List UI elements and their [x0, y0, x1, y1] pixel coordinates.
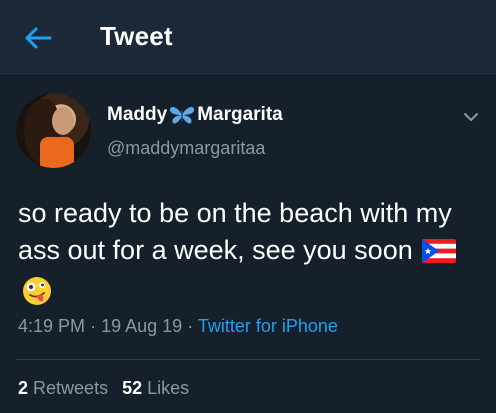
likes-label: Likes: [147, 378, 190, 398]
tweet-date: 19 Aug 19: [101, 316, 183, 336]
tweet-text: so ready to be on the beach with my ass …: [18, 195, 483, 316]
separator: ·: [187, 316, 194, 336]
top-bar: Tweet: [0, 0, 496, 76]
tweet-meta: 4:19 PM · 19 Aug 19 · Twitter for iPhone: [18, 316, 338, 337]
retweets-label: Retweets: [33, 378, 109, 398]
likes-link[interactable]: 52 Likes: [122, 378, 189, 398]
author-name-first: Maddy: [107, 104, 168, 125]
divider: [16, 359, 480, 360]
zany-face-icon: [22, 276, 52, 316]
tweet-time: 4:19 PM: [18, 316, 86, 336]
tweet-text-body: so ready to be on the beach with my ass …: [18, 198, 452, 265]
avatar[interactable]: [16, 93, 91, 168]
tweet-stats: 2 Retweets 52 Likes: [18, 378, 189, 399]
chevron-down-icon[interactable]: [462, 108, 480, 126]
separator: ·: [90, 316, 97, 336]
author-name[interactable]: Maddy Margarita: [107, 104, 283, 126]
butterfly-icon: [169, 105, 195, 125]
tweet-source-link[interactable]: Twitter for iPhone: [198, 316, 338, 336]
arrow-left-icon: [25, 27, 52, 49]
puerto-rico-flag-icon: [422, 236, 457, 273]
retweets-count: 2: [18, 378, 29, 398]
retweets-link[interactable]: 2 Retweets: [18, 378, 108, 398]
tweet-detail: Maddy Margarita @maddymargaritaa so read…: [0, 76, 496, 413]
likes-count: 52: [122, 378, 143, 398]
page-title: Tweet: [100, 21, 173, 51]
author-handle[interactable]: @maddymargaritaa: [107, 138, 265, 159]
author-name-last: Margarita: [197, 104, 283, 125]
back-button[interactable]: [22, 22, 54, 54]
